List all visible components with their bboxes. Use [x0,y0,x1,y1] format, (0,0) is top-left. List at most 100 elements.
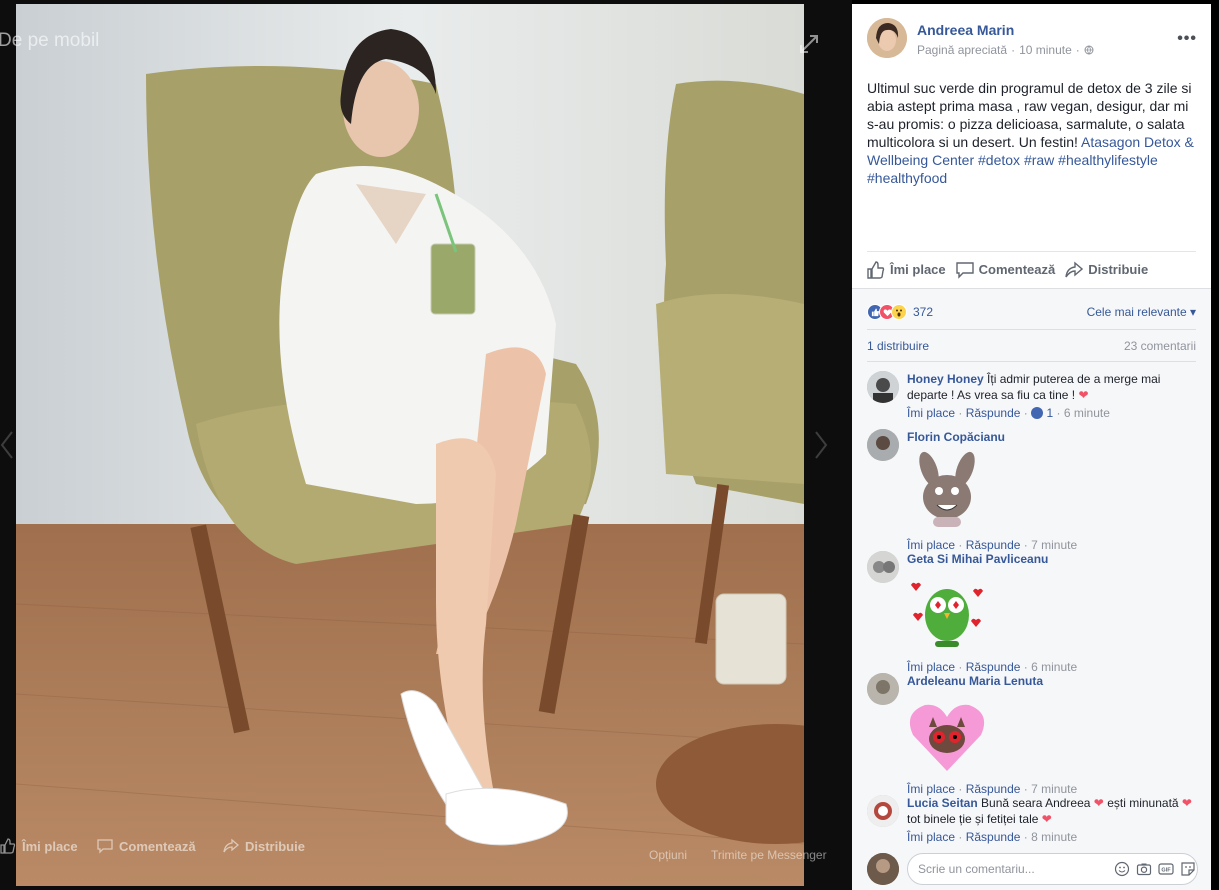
comment-text: ești minunată [1107,796,1179,810]
post-text: Ultimul suc verde din programul de detox… [867,79,1199,187]
share-icon [1065,260,1084,277]
separator: · [958,538,963,552]
like-button[interactable]: Îmi place [867,260,946,279]
gif-icon[interactable]: GIF [1158,861,1174,877]
comment-timestamp[interactable]: 8 minute [1031,830,1077,844]
heart-icon: ❤ [1093,796,1104,810]
comment-text: Bună seara Andreea [981,796,1091,810]
comment-button[interactable]: Comentează [955,261,1056,279]
post-stats: 1 distribuire 23 comentarii [867,329,1196,362]
separator: · [1023,660,1028,674]
comment-timestamp[interactable]: 6 minute [1064,406,1110,420]
comment-text: tot binele ție și fetiței tale [907,812,1039,826]
comment-reply-link[interactable]: Răspunde [966,782,1021,796]
expand-icon[interactable] [798,33,820,55]
commenter-name[interactable]: Florin Copăcianu [907,429,1197,445]
rabbit-sticker [919,451,975,527]
comment-sort-dropdown[interactable]: Cele mai relevante ▾ [1087,305,1196,319]
comment-reply-link[interactable]: Răspunde [966,830,1021,844]
separator: · [958,830,963,844]
comment-icon [955,261,974,279]
wow-reaction-icon [891,304,907,320]
photo-share-button[interactable]: Distribuie [223,838,305,854]
feedback-section: 372 Cele mai relevante ▾ 1 distribuire 2… [852,288,1211,890]
comment: Lucia Seitan Bună seara Andreea ❤ ești m… [867,795,1196,845]
next-photo-icon[interactable] [814,430,828,460]
comment-count[interactable]: 23 comentarii [1124,339,1196,353]
author-avatar[interactable] [867,18,907,58]
thumbs-up-icon [867,260,885,279]
comment-actions: Îmi place · Răspunde · 8 minute [907,829,1196,845]
separator: · [1023,830,1028,844]
photo-like-button[interactable]: Îmi place [0,838,78,854]
comment-like-link[interactable]: Îmi place [907,538,955,552]
post-meta: Pagină apreciată · 10 minute · [917,43,1094,57]
send-messenger-link[interactable]: Trimite pe Messenger [711,848,827,862]
comment-timestamp[interactable]: 7 minute [1031,538,1077,552]
meta-separator: · [1011,43,1016,57]
separator: · [1023,406,1028,420]
commenter-name[interactable]: Lucia Seitan [907,796,978,810]
comment-icon [97,839,113,854]
commenter-avatar[interactable] [867,551,899,583]
comment-reply-link[interactable]: Răspunde [966,406,1021,420]
comment-timestamp[interactable]: 7 minute [1031,782,1077,796]
share-button[interactable]: Distribuie [1065,260,1149,279]
post-photo[interactable] [16,4,804,886]
heart-icon: ❤ [1078,388,1089,402]
photo-comment-label: Comentează [119,838,196,854]
photo-options-link[interactable]: Opțiuni [649,848,687,862]
commenter-avatar[interactable] [867,429,899,461]
separator: · [958,406,963,420]
current-user-avatar [867,853,899,885]
thumbs-up-icon [0,838,16,854]
post-action-bar: Îmi place Comentează Distribuie [867,251,1196,287]
comment-composer: GIF [852,848,1211,890]
comment-reply-link[interactable]: Răspunde [966,660,1021,674]
share-label: Distribuie [1088,262,1149,277]
separator: · [958,660,963,674]
commenter-avatar[interactable] [867,371,899,403]
photo-comment-button[interactable]: Comentează [97,838,196,854]
comment-like-link[interactable]: Îmi place [907,830,955,844]
globe-icon[interactable] [1084,45,1094,55]
share-count[interactable]: 1 distribuire [867,339,929,353]
owl-sticker [911,582,983,647]
comment-timestamp[interactable]: 6 minute [1031,660,1077,674]
composer-icons: GIF [1114,861,1196,877]
sticker-icon[interactable] [1180,861,1196,877]
comment-like-link[interactable]: Îmi place [907,660,955,674]
emoji-icon[interactable] [1114,861,1130,877]
meta-separator: · [1075,43,1080,57]
comment-like-count[interactable]: 1 [1046,406,1053,420]
share-icon [223,838,239,853]
post-timestamp[interactable]: 10 minute [1019,43,1072,57]
commenter-avatar[interactable] [867,795,899,827]
commenter-name[interactable]: Geta Si Mihai Pavliceanu [907,551,1197,567]
commenter-name[interactable]: Ardeleanu Maria Lenuta [907,673,1197,689]
commenter-name[interactable]: Honey Honey [907,372,984,386]
heart-icon: ❤ [1041,812,1052,826]
reactions-summary[interactable]: 372 Cele mai relevante ▾ [867,301,1196,323]
comment-actions: Îmi place · Răspunde · 1 · 6 minute [907,405,1197,421]
post-options-button[interactable]: ••• [1177,30,1197,48]
previous-photo-icon[interactable] [0,430,14,460]
camera-icon[interactable] [1136,861,1152,877]
photo-viewer: De pe mobil Îmi place Comentează Distrib… [0,0,852,890]
separator: · [1056,406,1061,420]
post-header: Andreea Marin Pagină apreciată · 10 minu… [867,18,1197,62]
author-name[interactable]: Andreea Marin [917,22,1014,38]
comment-like-link[interactable]: Îmi place [907,406,955,420]
page-liked-label: Pagină apreciată [917,43,1008,57]
svg-text:GIF: GIF [1161,868,1171,874]
photo-share-label: Distribuie [245,838,305,854]
cat-heart-sticker [909,704,985,771]
comment-label: Comentează [978,262,1056,277]
comment-like-link[interactable]: Îmi place [907,782,955,796]
reaction-count[interactable]: 372 [913,305,933,319]
mobile-upload-label: De pe mobil [0,30,100,51]
comment-reply-link[interactable]: Răspunde [966,538,1021,552]
commenter-avatar[interactable] [867,673,899,705]
separator: · [1023,782,1028,796]
photo-like-label: Îmi place [22,838,78,854]
